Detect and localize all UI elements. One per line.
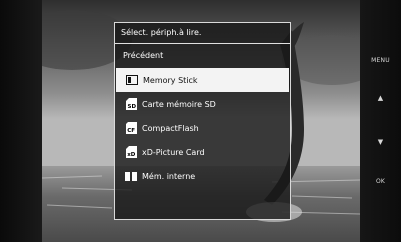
svg-text:SD: SD — [127, 104, 136, 110]
sd-card-icon: SD — [125, 98, 137, 110]
device-item-xd-card[interactable]: xD xD-Picture Card — [115, 140, 290, 164]
up-arrow-icon[interactable]: ▲ — [360, 94, 401, 102]
memory-stick-icon — [126, 74, 138, 86]
xd-card-icon: xD — [125, 146, 137, 158]
device-item-label: Memory Stick — [143, 75, 198, 85]
photo-frame-screen: MENU ▲ ▼ OK Sélect. périph.à lire. Précé… — [0, 0, 401, 242]
device-item-label: xD-Picture Card — [142, 147, 205, 157]
device-item-sd-card[interactable]: SD Carte mémoire SD — [115, 92, 290, 116]
dialog-title: Sélect. périph.à lire. — [115, 23, 290, 44]
right-bezel — [360, 0, 401, 242]
device-item-label: CompactFlash — [142, 123, 199, 133]
device-select-dialog: Sélect. périph.à lire. Précédent Memory … — [114, 22, 291, 220]
device-item-label: Mém. interne — [142, 171, 196, 181]
device-item-compactflash[interactable]: CF CompactFlash — [115, 116, 290, 140]
previous-option[interactable]: Précédent — [115, 44, 290, 68]
menu-button[interactable]: MENU — [360, 57, 401, 64]
internal-memory-icon — [125, 170, 137, 182]
device-item-internal-memory[interactable]: Mém. interne — [115, 164, 290, 188]
left-bezel — [0, 0, 42, 242]
svg-text:CF: CF — [127, 128, 135, 134]
device-item-memory-stick[interactable]: Memory Stick — [116, 68, 289, 92]
device-list: Memory Stick SD Carte mémoire SD CF Comp… — [115, 68, 290, 188]
ok-button[interactable]: OK — [360, 178, 401, 185]
device-item-label: Carte mémoire SD — [142, 99, 216, 109]
svg-text:xD: xD — [127, 152, 136, 158]
down-arrow-icon[interactable]: ▼ — [360, 138, 401, 146]
compactflash-icon: CF — [125, 122, 137, 134]
